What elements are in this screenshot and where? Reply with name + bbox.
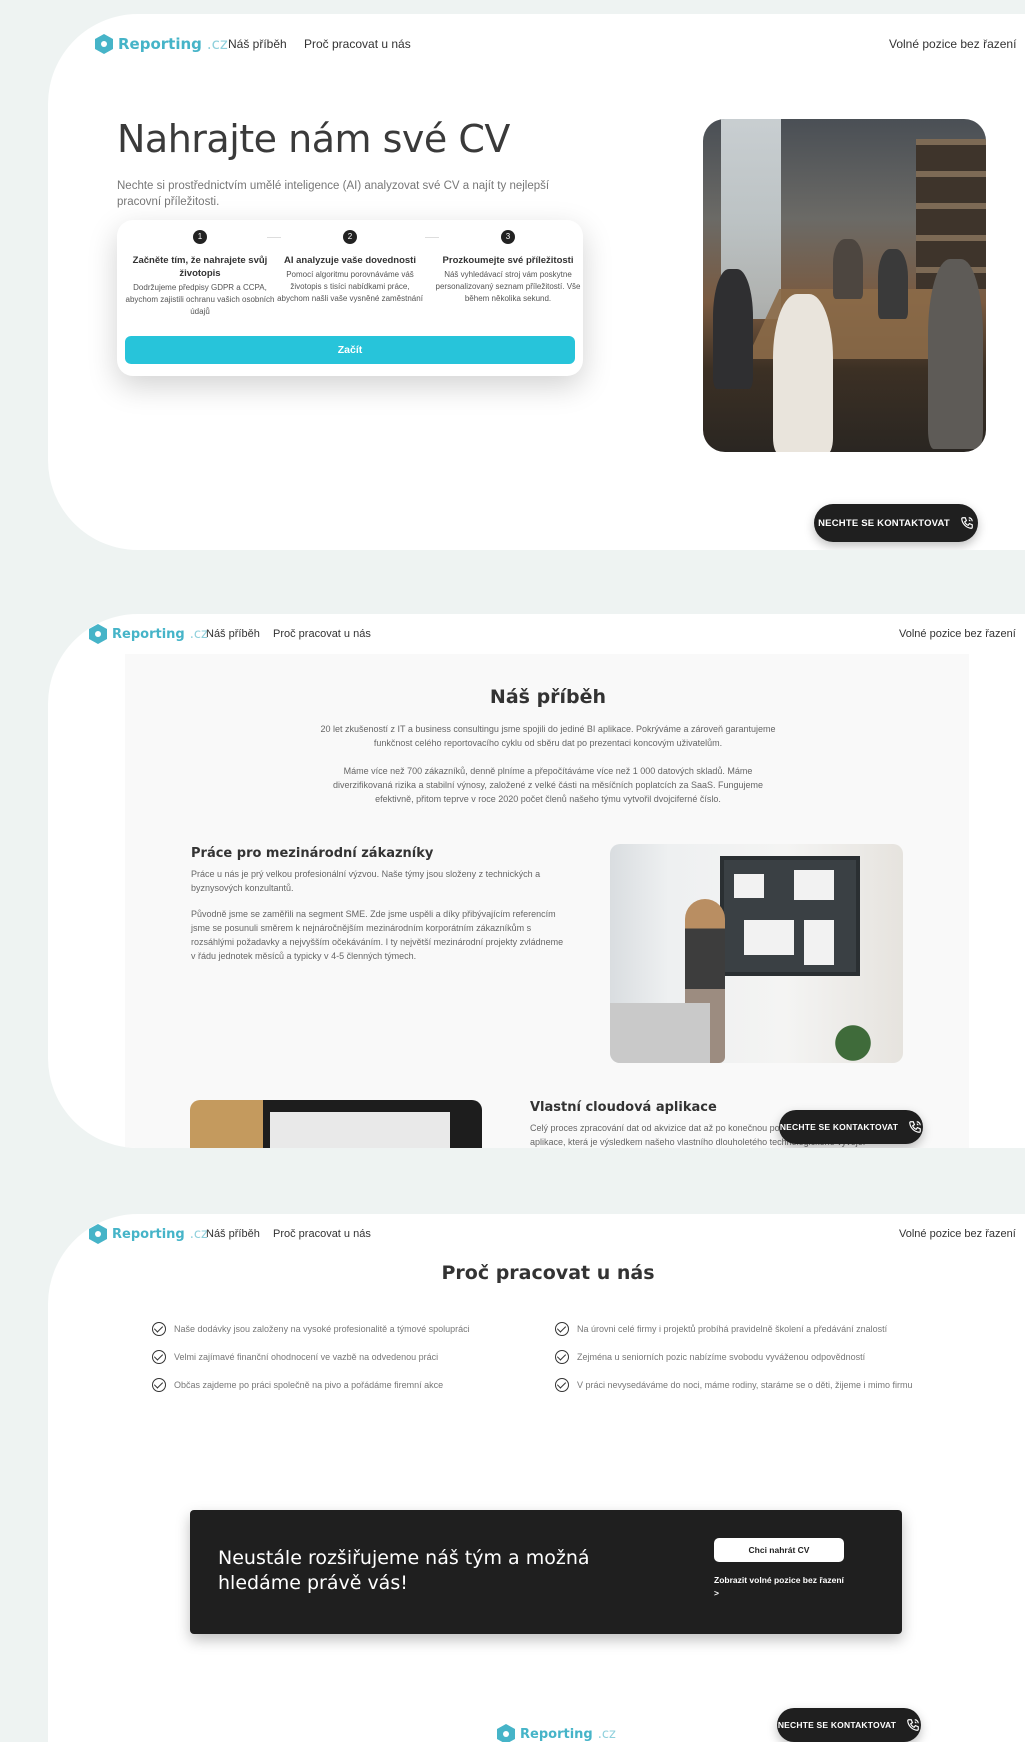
logo-icon <box>89 1224 107 1244</box>
check-circle-icon <box>152 1322 166 1336</box>
benefit-item: Naše dodávky jsou založeny na vysoké pro… <box>152 1322 470 1336</box>
logo-icon <box>497 1724 515 1742</box>
top-nav: Reporting .cz Náš příběh Proč pracovat u … <box>48 24 1025 64</box>
step-title: Začněte tím, že nahrajete svůj životopis <box>132 255 268 279</box>
benefit-item: V práci nevysedáváme do noci, máme rodin… <box>555 1378 912 1392</box>
check-circle-icon <box>555 1350 569 1364</box>
step-1: 1 Začněte tím, že nahrajete svůj životop… <box>125 230 275 318</box>
step-2: 2 AI analyzuje vaše dovednosti Pomocí al… <box>275 230 425 305</box>
step-description: Dodržujeme předpisy GDPR a CCPA, abychom… <box>125 283 275 316</box>
story-section: Reporting .cz Náš příběh Proč pracovat u … <box>48 614 1025 1148</box>
check-circle-icon <box>555 1378 569 1392</box>
step-number: 1 <box>193 230 207 244</box>
step-number: 2 <box>343 230 357 244</box>
hero-subtitle: Nechte si prostřednictvím umělé intelige… <box>117 180 550 208</box>
benefit-item: Občas zajdeme po práci společně na pivo … <box>152 1378 443 1392</box>
section-cloud-title: Vlastní cloudová aplikace <box>530 1100 717 1115</box>
section-international-title: Práce pro mezinárodní zákazníky <box>191 846 434 861</box>
hiring-banner: Neustále rozšiřujeme náš tým a možná hle… <box>190 1510 902 1634</box>
team-cafe-photo <box>703 119 986 452</box>
step-title: Prozkoumejte své příležitosti <box>442 255 574 266</box>
check-circle-icon <box>152 1350 166 1364</box>
why-title: Proč pracovat u nás <box>441 1262 655 1284</box>
logo-icon <box>89 624 107 644</box>
office-meeting-photo <box>610 844 903 1063</box>
nav-jobs-link[interactable]: Volné pozice bez řazení <box>889 37 1016 51</box>
check-circle-icon <box>555 1322 569 1336</box>
contact-me-button[interactable]: NECHTE SE KONTAKTOVAT <box>777 1708 921 1742</box>
story-paragraph-2: Máme více než 700 zákazníků, denně plním… <box>332 766 764 804</box>
nav-jobs-link[interactable]: Volné pozice bez řazení <box>899 628 1016 640</box>
contact-me-button[interactable]: NECHTE SE KONTAKTOVAT <box>779 1110 923 1144</box>
upload-cv-button[interactable]: Chci nahrát CV <box>714 1538 844 1562</box>
nav-story-link[interactable]: Náš příběh <box>228 37 287 51</box>
step-3: 3 Prozkoumejte své příležitosti Náš vyhl… <box>433 230 583 305</box>
start-button[interactable]: Začít <box>125 336 575 364</box>
phone-icon <box>961 517 973 529</box>
upload-steps-card: 1 Začněte tím, že nahrajete svůj životop… <box>117 220 583 376</box>
laptop-photo <box>190 1100 482 1148</box>
top-nav: Reporting .cz Náš příběh Proč pracovat u … <box>48 614 1025 654</box>
phone-icon <box>907 1719 919 1731</box>
nav-story-link[interactable]: Náš příběh <box>206 628 260 640</box>
hero-section: Reporting .cz Náš příběh Proč pracovat u … <box>48 14 1025 550</box>
top-nav: Reporting .cz Náš příběh Proč pracovat u … <box>48 1214 1025 1254</box>
brand-logo[interactable]: Reporting .cz <box>89 624 208 644</box>
step-description: Pomocí algoritmu porovnáváme váš životop… <box>277 270 423 303</box>
brand-logo[interactable]: Reporting .cz <box>95 34 228 54</box>
step-description: Náš vyhledávací stroj vám poskytne perso… <box>435 270 581 303</box>
view-jobs-link[interactable]: Zobrazit volné pozice bez řazení > <box>714 1574 844 1600</box>
section-international-text-2: Původně jsme se zaměřili na segment SME.… <box>191 909 564 961</box>
story-title: Náš příběh <box>489 686 607 708</box>
story-paragraph-1: 20 let zkušeností z IT a business consul… <box>320 724 776 748</box>
step-number: 3 <box>501 230 515 244</box>
hero-title: Nahrajte nám své CV <box>117 117 510 161</box>
logo-icon <box>95 34 113 54</box>
contact-me-button[interactable]: NECHTE SE KONTAKTOVAT <box>814 504 978 542</box>
section-international-text-1: Práce u nás je prý velkou profesionální … <box>191 869 541 893</box>
nav-why-link[interactable]: Proč pracovat u nás <box>304 37 411 51</box>
benefit-item: Zejména u seniorních pozic nabízíme svob… <box>555 1350 865 1364</box>
check-circle-icon <box>152 1378 166 1392</box>
nav-why-link[interactable]: Proč pracovat u nás <box>273 1228 371 1240</box>
phone-icon <box>909 1121 921 1133</box>
nav-jobs-link[interactable]: Volné pozice bez řazení <box>899 1228 1016 1240</box>
banner-headline: Neustále rozšiřujeme náš tým a možná hle… <box>218 1547 590 1594</box>
step-title: AI analyzuje vaše dovednosti <box>284 255 416 266</box>
footer-logo[interactable]: Reporting .cz <box>497 1724 616 1742</box>
why-work-section: Reporting .cz Náš příběh Proč pracovat u … <box>48 1214 1025 1742</box>
benefit-item: Na úrovni celé firmy i projektů probíhá … <box>555 1322 887 1336</box>
benefit-item: Velmi zajímavé finanční ohodnocení ve va… <box>152 1350 438 1364</box>
nav-story-link[interactable]: Náš příběh <box>206 1228 260 1240</box>
nav-why-link[interactable]: Proč pracovat u nás <box>273 628 371 640</box>
brand-logo[interactable]: Reporting .cz <box>89 1224 208 1244</box>
